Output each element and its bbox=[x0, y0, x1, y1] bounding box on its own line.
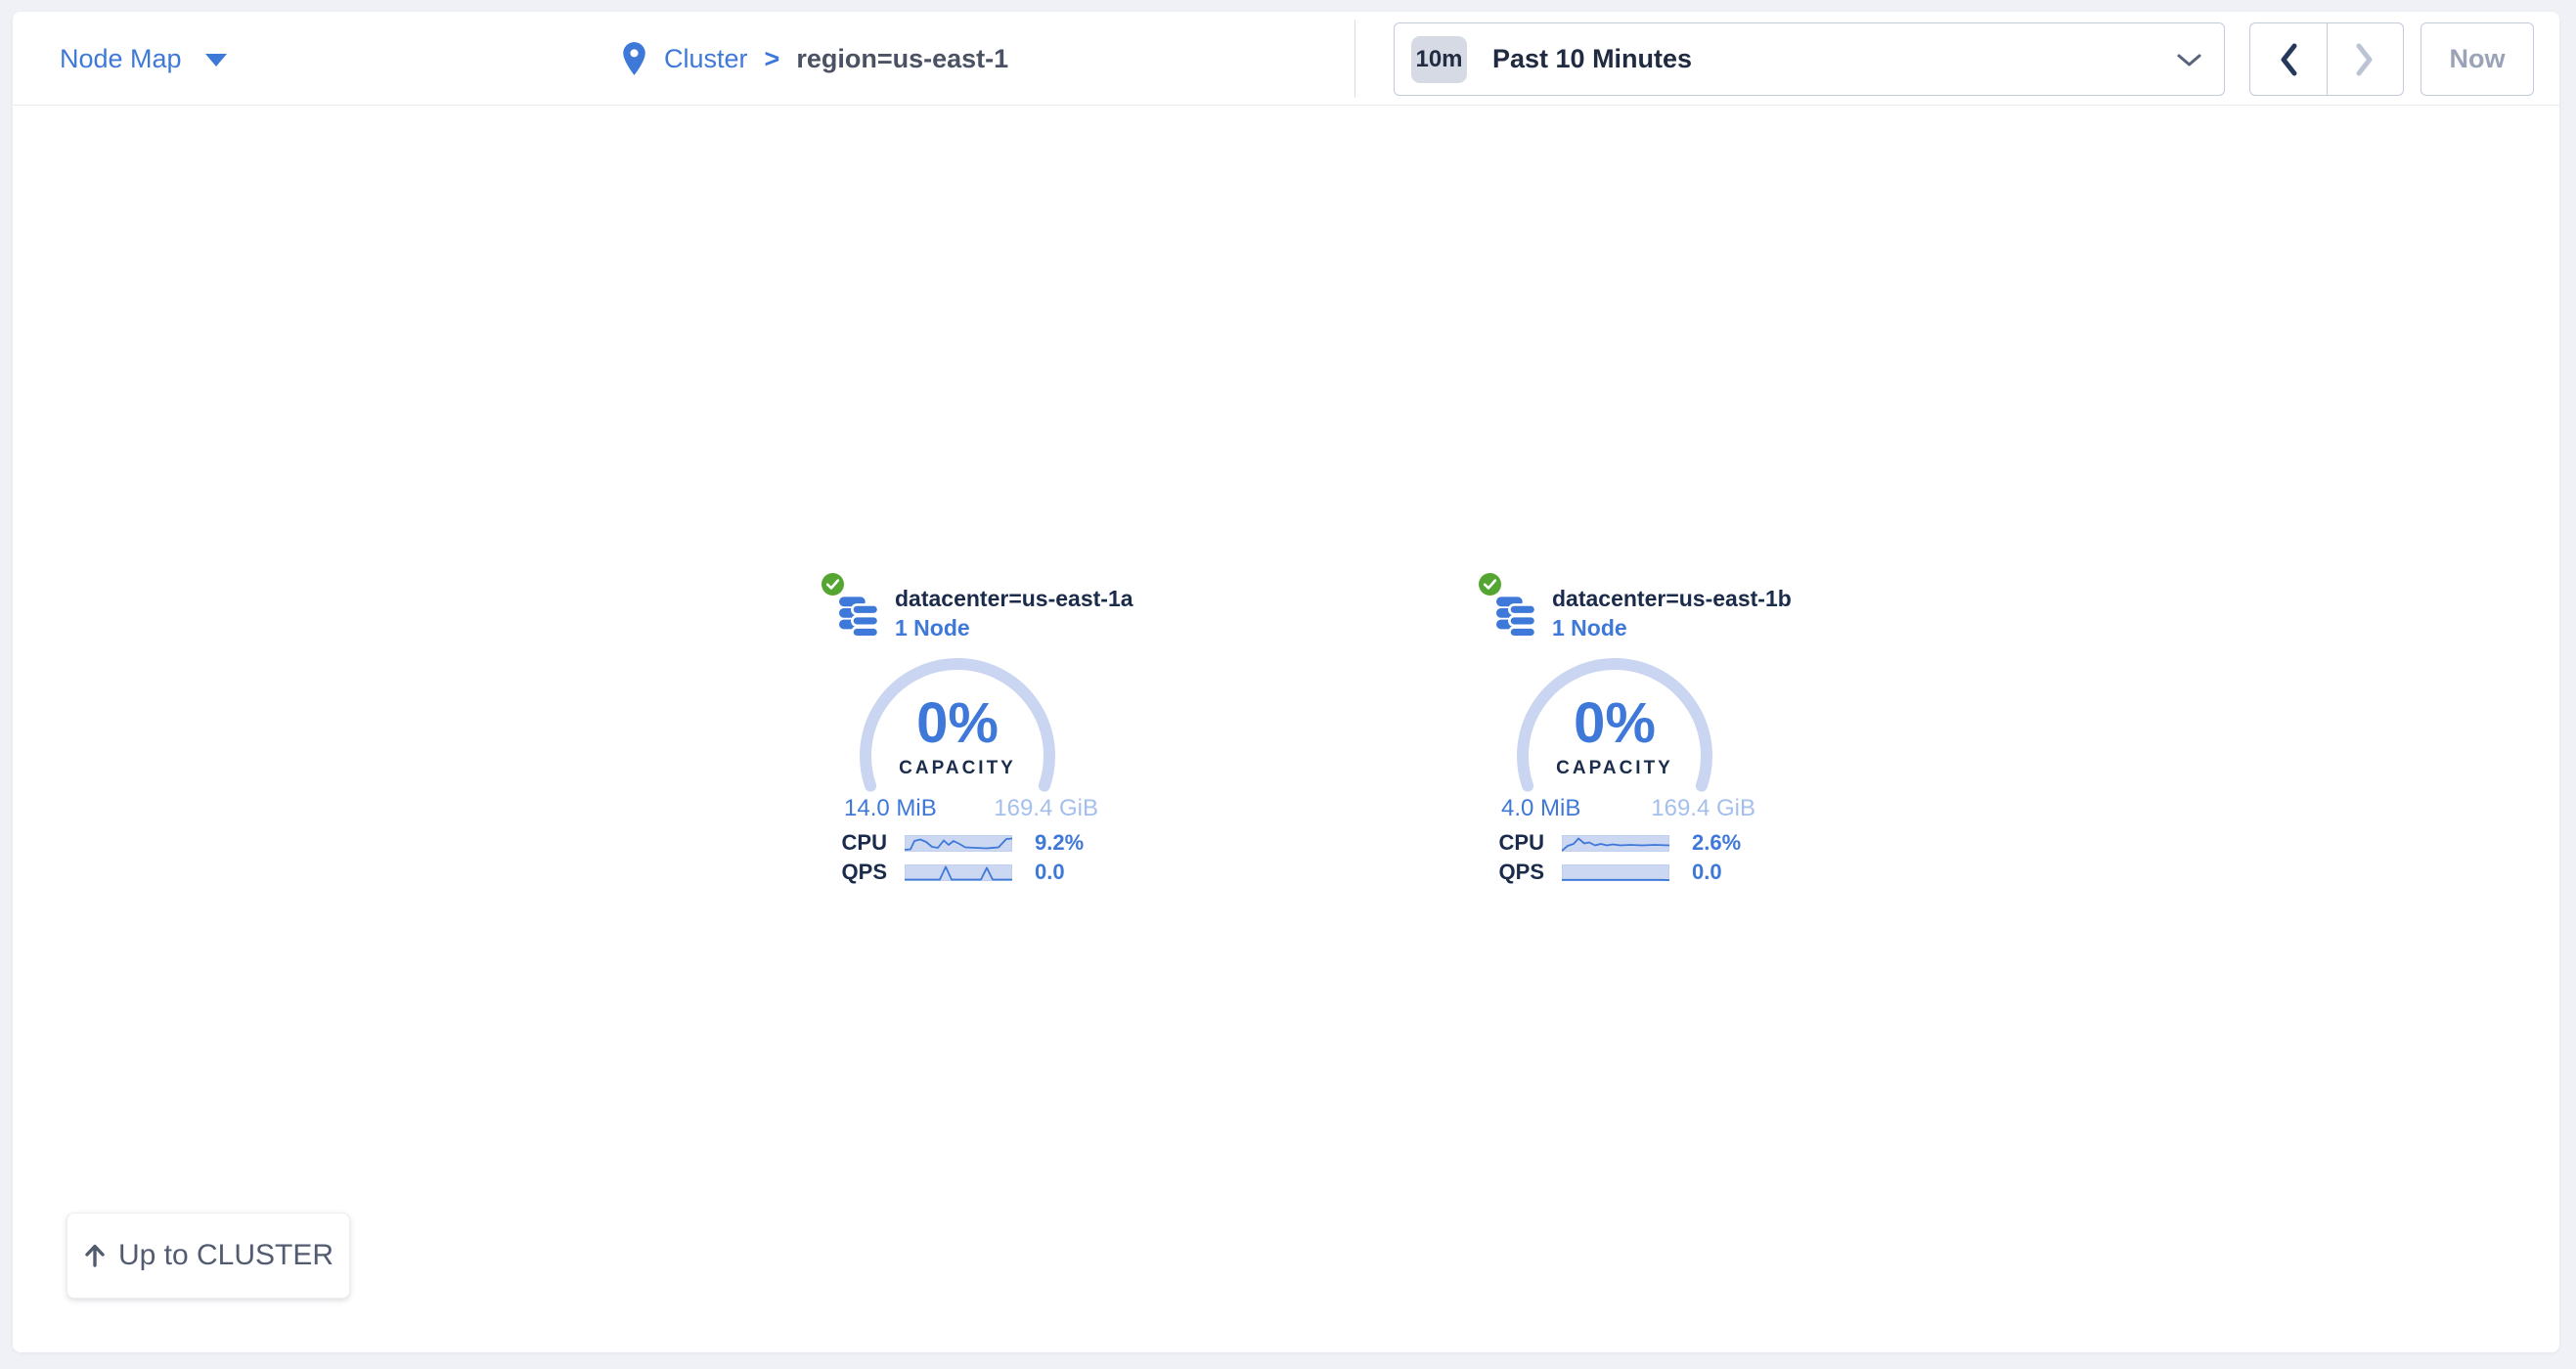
breadcrumb-separator: > bbox=[765, 44, 780, 74]
cpu-sparkline bbox=[905, 835, 1012, 852]
node-map-panel: Node Map Cluster > region=us-east-1 10m … bbox=[13, 12, 2559, 1352]
caret-down-icon bbox=[205, 54, 227, 66]
chevron-right-icon bbox=[2354, 42, 2376, 77]
cpu-metric-row: CPU 9.2% bbox=[801, 832, 1118, 854]
time-next-button[interactable] bbox=[2328, 23, 2404, 95]
qps-value: 0.0 bbox=[1035, 860, 1065, 885]
capacity-values-row: 4.0 MiB 169.4 GiB bbox=[1501, 795, 1755, 822]
locality-node-count[interactable]: 1 Node bbox=[1552, 615, 1627, 641]
locality-node-count[interactable]: 1 Node bbox=[895, 615, 970, 641]
view-selector-label: Node Map bbox=[60, 44, 182, 74]
header-bar: Node Map Cluster > region=us-east-1 10m … bbox=[13, 12, 2559, 106]
qps-value: 0.0 bbox=[1692, 860, 1722, 885]
cpu-label: CPU bbox=[1458, 830, 1544, 856]
datacenter-stack-icon bbox=[1496, 593, 1536, 640]
capacity-gauge-arc bbox=[1516, 657, 1713, 855]
arrow-up-icon bbox=[83, 1243, 107, 1268]
breadcrumb-cluster-link[interactable]: Cluster bbox=[664, 44, 748, 74]
qps-sparkline bbox=[905, 864, 1012, 881]
capacity-used: 4.0 MiB bbox=[1501, 795, 1580, 822]
now-button[interactable]: Now bbox=[2421, 22, 2534, 96]
view-selector-dropdown[interactable]: Node Map bbox=[60, 12, 227, 106]
capacity-values-row: 14.0 MiB 169.4 GiB bbox=[844, 795, 1098, 822]
breadcrumb: Cluster > region=us-east-1 bbox=[621, 12, 1008, 106]
chevron-down-icon bbox=[2176, 53, 2202, 68]
cpu-metric-row: CPU 2.6% bbox=[1458, 832, 1775, 854]
time-window-label: Past 10 Minutes bbox=[1492, 44, 1692, 74]
capacity-label: CAPACITY bbox=[1516, 758, 1713, 779]
capacity-gauge-arc bbox=[859, 657, 1056, 855]
cpu-value: 2.6% bbox=[1692, 830, 1741, 856]
capacity-total: 169.4 GiB bbox=[1651, 795, 1755, 822]
cpu-value: 9.2% bbox=[1035, 830, 1084, 856]
capacity-percent: 0% bbox=[1516, 695, 1713, 752]
chevron-left-icon bbox=[2278, 42, 2299, 77]
datacenter-stack-icon bbox=[839, 593, 879, 640]
breadcrumb-current: region=us-east-1 bbox=[796, 44, 1008, 74]
qps-metric-row: QPS 0.0 bbox=[801, 861, 1118, 883]
qps-sparkline bbox=[1562, 864, 1669, 881]
locality-title: datacenter=us-east-1a bbox=[895, 586, 1133, 612]
time-prev-button[interactable] bbox=[2250, 23, 2328, 95]
up-to-cluster-label: Up to CLUSTER bbox=[118, 1239, 333, 1272]
time-window-dropdown[interactable]: 10m Past 10 Minutes bbox=[1394, 22, 2225, 96]
locality-card-us-east-1a[interactable]: datacenter=us-east-1a 1 Node 0% CAPACITY… bbox=[801, 572, 1118, 905]
capacity-percent: 0% bbox=[859, 695, 1056, 752]
up-to-cluster-button[interactable]: Up to CLUSTER bbox=[67, 1213, 350, 1299]
qps-label: QPS bbox=[801, 860, 887, 885]
capacity-total: 169.4 GiB bbox=[994, 795, 1098, 822]
qps-metric-row: QPS 0.0 bbox=[1458, 861, 1775, 883]
cpu-sparkline bbox=[1562, 835, 1669, 852]
cpu-label: CPU bbox=[801, 830, 887, 856]
capacity-label: CAPACITY bbox=[859, 758, 1056, 779]
location-pin-icon bbox=[621, 41, 647, 76]
qps-label: QPS bbox=[1458, 860, 1544, 885]
locality-card-us-east-1b[interactable]: datacenter=us-east-1b 1 Node 0% CAPACITY… bbox=[1458, 572, 1775, 905]
time-nav-group bbox=[2249, 22, 2404, 96]
capacity-used: 14.0 MiB bbox=[844, 795, 937, 822]
time-window-badge: 10m bbox=[1411, 36, 1467, 83]
locality-title: datacenter=us-east-1b bbox=[1552, 586, 1792, 612]
